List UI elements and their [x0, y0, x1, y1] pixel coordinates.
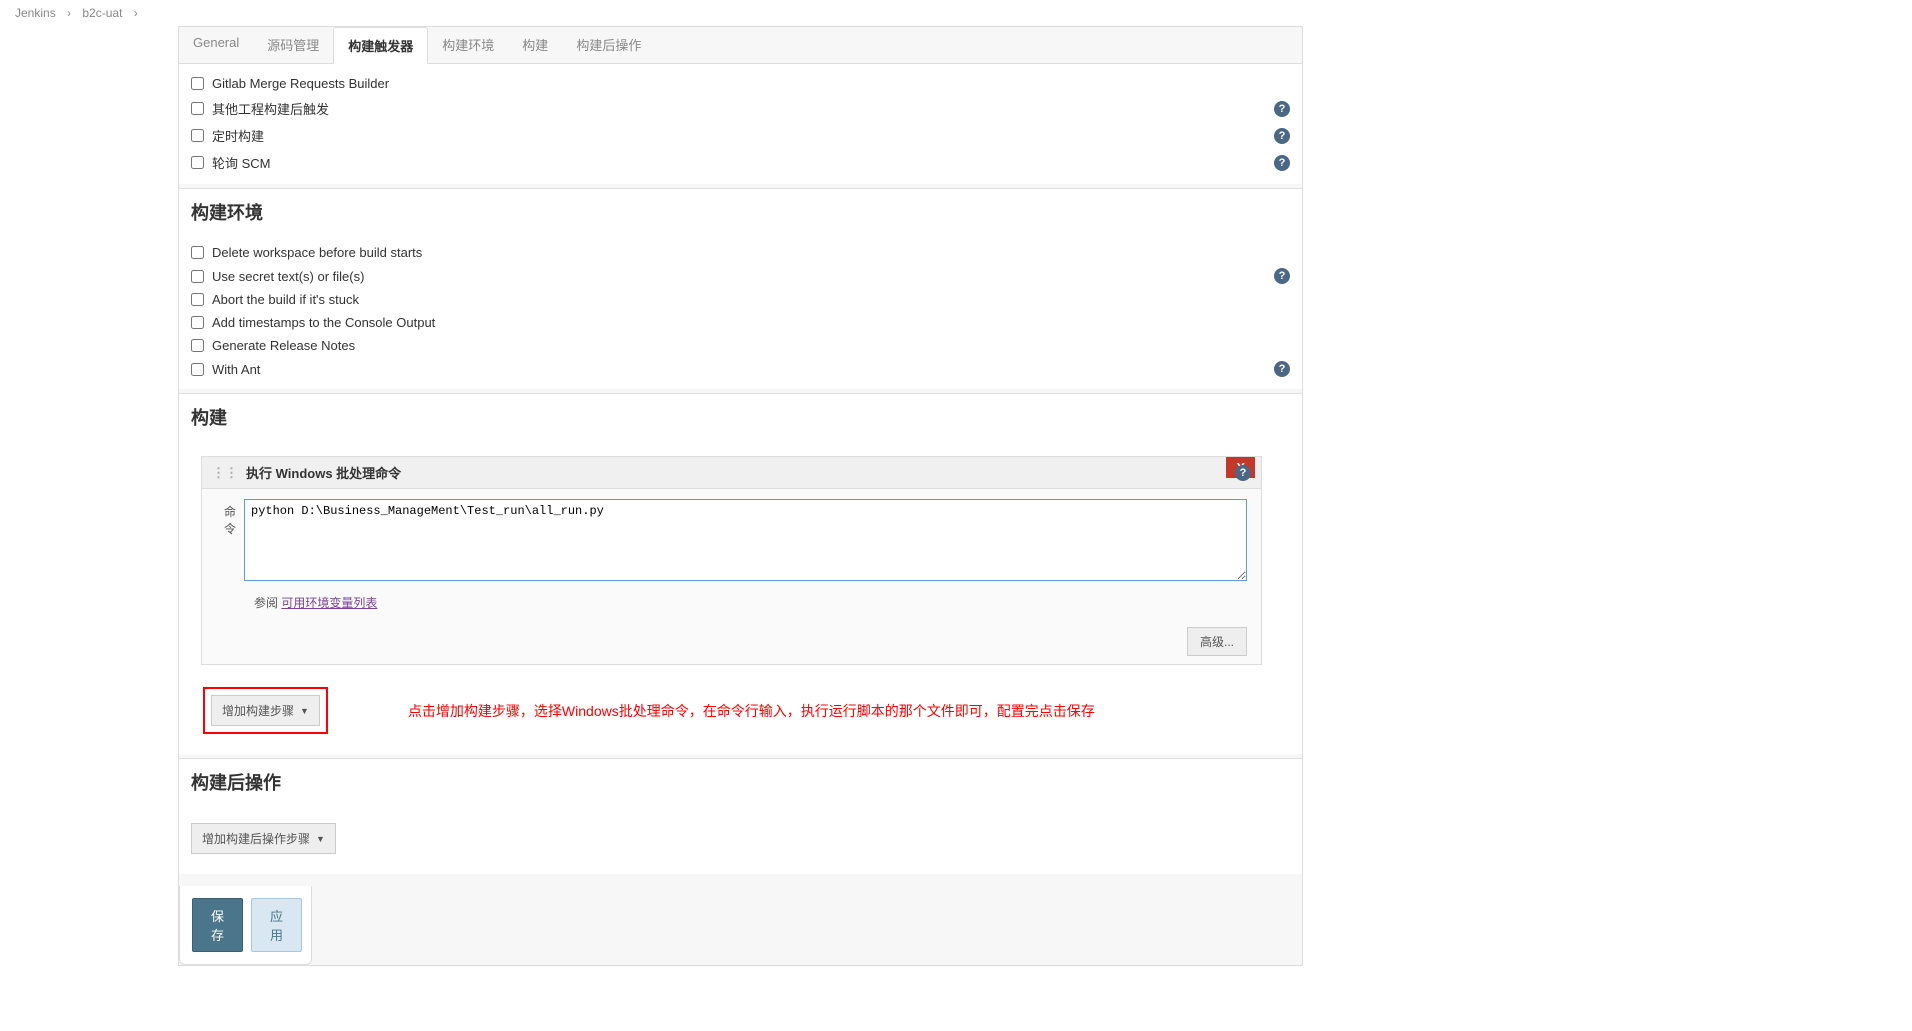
add-post-step-button[interactable]: 增加构建后操作步骤 ▼ — [191, 823, 336, 854]
add-step-row: 增加构建步骤 ▼ 点击增加构建步骤，选择Windows批处理命令，在命令行输入，… — [191, 675, 1272, 746]
cmd-label: 命令 — [216, 499, 244, 584]
help-icon[interactable]: ? — [1274, 155, 1290, 171]
triggers-section: Gitlab Merge Requests Builder 其他工程构建后触发 … — [179, 64, 1302, 184]
label-secret: Use secret text(s) or file(s) — [212, 269, 1274, 284]
tab-triggers[interactable]: 构建触发器 — [333, 27, 428, 64]
annotation-text: 点击增加构建步骤，选择Windows批处理命令，在命令行输入，执行运行脚本的那个… — [408, 701, 1095, 721]
build-heading: 构建 — [179, 393, 1302, 438]
command-input[interactable] — [244, 499, 1247, 581]
build-section: ⋮⋮ 执行 Windows 批处理命令 X ? 命令 参阅 可用环境变量列表 高… — [179, 438, 1302, 754]
checkbox-with-ant[interactable] — [191, 363, 204, 376]
help-icon[interactable]: ? — [1274, 101, 1290, 117]
label-timestamps: Add timestamps to the Console Output — [212, 315, 1290, 330]
checkbox-other-builds[interactable] — [191, 102, 204, 115]
label-other-builds: 其他工程构建后触发 — [212, 99, 1274, 118]
label-poll-scm: 轮询 SCM — [212, 153, 1274, 172]
advanced-button[interactable]: 高级... — [1187, 627, 1247, 656]
label-abort: Abort the build if it's stuck — [212, 292, 1290, 307]
tab-env[interactable]: 构建环境 — [428, 27, 508, 63]
tab-post[interactable]: 构建后操作 — [562, 27, 655, 63]
build-step-body: 命令 — [202, 489, 1261, 594]
checkbox-timer[interactable] — [191, 129, 204, 142]
help-icon[interactable]: ? — [1235, 465, 1251, 481]
build-step-header: ⋮⋮ 执行 Windows 批处理命令 X — [202, 457, 1261, 489]
save-button[interactable]: 保存 — [192, 898, 243, 952]
add-post-step-label: 增加构建后操作步骤 — [202, 830, 310, 847]
drag-handle-icon[interactable]: ⋮⋮ — [212, 465, 238, 481]
breadcrumb-root[interactable]: Jenkins — [15, 6, 56, 20]
breadcrumb: Jenkins › b2c-uat › — [0, 0, 1912, 26]
annotation-highlight: 增加构建步骤 ▼ — [203, 687, 328, 734]
post-section: 增加构建后操作步骤 ▼ — [179, 803, 1302, 874]
checkbox-release-notes[interactable] — [191, 339, 204, 352]
checkbox-poll-scm[interactable] — [191, 156, 204, 169]
caret-down-icon: ▼ — [300, 706, 309, 716]
refer-line: 参阅 可用环境变量列表 — [202, 594, 1261, 611]
help-icon[interactable]: ? — [1274, 268, 1290, 284]
help-icon[interactable]: ? — [1274, 361, 1290, 377]
caret-down-icon: ▼ — [316, 834, 325, 844]
config-tabs: General 源码管理 构建触发器 构建环境 构建 构建后操作 — [179, 27, 1302, 64]
env-vars-link[interactable]: 可用环境变量列表 — [281, 596, 377, 610]
tab-scm[interactable]: 源码管理 — [253, 27, 333, 63]
add-build-step-button[interactable]: 增加构建步骤 ▼ — [211, 695, 320, 726]
label-gitlab-mr: Gitlab Merge Requests Builder — [212, 76, 1290, 91]
tab-general[interactable]: General — [179, 27, 253, 63]
env-section: Delete workspace before build starts Use… — [179, 233, 1302, 389]
add-step-label: 增加构建步骤 — [222, 702, 294, 719]
label-timer: 定时构建 — [212, 126, 1274, 145]
apply-button[interactable]: 应用 — [251, 898, 302, 952]
tab-build[interactable]: 构建 — [508, 27, 562, 63]
chevron-right-icon: › — [134, 6, 138, 20]
checkbox-timestamps[interactable] — [191, 316, 204, 329]
checkbox-secret[interactable] — [191, 270, 204, 283]
footer-actions: 保存 应用 — [179, 886, 312, 965]
label-with-ant: With Ant — [212, 362, 1274, 377]
label-delete-ws: Delete workspace before build starts — [212, 245, 1290, 260]
chevron-right-icon: › — [67, 6, 71, 20]
env-heading: 构建环境 — [179, 188, 1302, 233]
label-release-notes: Generate Release Notes — [212, 338, 1290, 353]
checkbox-delete-ws[interactable] — [191, 246, 204, 259]
breadcrumb-job[interactable]: b2c-uat — [82, 6, 122, 20]
refer-prefix: 参阅 — [254, 596, 281, 610]
help-icon[interactable]: ? — [1274, 128, 1290, 144]
build-step: ⋮⋮ 执行 Windows 批处理命令 X ? 命令 参阅 可用环境变量列表 高… — [201, 456, 1262, 665]
checkbox-abort[interactable] — [191, 293, 204, 306]
config-panel: General 源码管理 构建触发器 构建环境 构建 构建后操作 Gitlab … — [178, 26, 1303, 966]
checkbox-gitlab-mr[interactable] — [191, 77, 204, 90]
build-step-title: 执行 Windows 批处理命令 — [246, 463, 401, 482]
post-heading: 构建后操作 — [179, 758, 1302, 803]
